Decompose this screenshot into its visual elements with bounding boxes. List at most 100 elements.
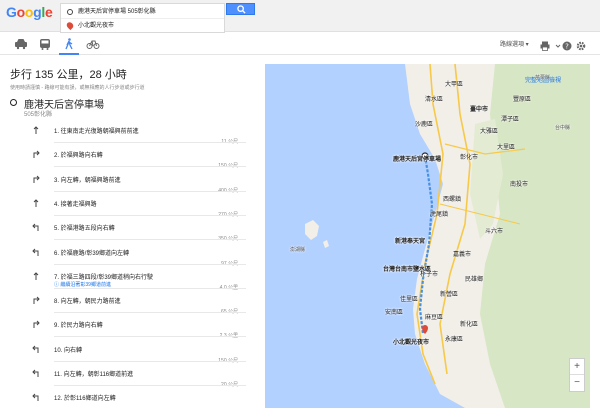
step-divider xyxy=(54,142,246,143)
direction-step[interactable]: 8. 向左轉，朝民力路前進 65 公尺 xyxy=(26,292,246,318)
bicycle-icon xyxy=(86,40,100,49)
chevron-down-icon xyxy=(555,44,561,48)
direction-step[interactable]: 9. 於民力路向右轉 2.3 公里 xyxy=(26,316,246,342)
map-place-label[interactable]: 大里區 xyxy=(497,142,515,151)
destination-text: 小北觀光夜市 xyxy=(78,23,115,29)
mode-walking[interactable] xyxy=(59,37,79,55)
mode-cycling[interactable] xyxy=(86,37,100,49)
step-text: 5. 於福港路五段向右轉 xyxy=(54,226,115,233)
step-text: 10. 向右轉 xyxy=(54,347,83,354)
step-text: 4. 接著走福興路 xyxy=(54,201,97,208)
map-place-label[interactable]: 安南區 xyxy=(385,307,403,316)
map-place-label[interactable]: 西螺鎮 xyxy=(443,194,461,203)
origin-circle-icon xyxy=(67,9,73,15)
map-place-label[interactable]: 麻豆區 xyxy=(425,312,443,321)
direction-step[interactable]: 10. 向右轉 150 公尺 xyxy=(26,341,246,367)
walking-icon xyxy=(65,38,73,50)
map-place-label[interactable]: 苗栗縣 xyxy=(535,74,550,81)
header: Google 鹿港天后宮停車場 505彰化縣 小北觀光夜市 xyxy=(0,0,600,33)
direction-step[interactable]: 4. 接著走福興路 270 公尺 xyxy=(26,195,246,221)
map-place-label[interactable]: 潭子區 xyxy=(501,114,519,123)
direction-step[interactable]: 11. 向左轉，朝彰116鄉道前進 20 公尺 xyxy=(26,365,246,391)
map-place-label[interactable]: 虎尾鎮 xyxy=(430,209,448,218)
map-place-label[interactable]: 豐原區 xyxy=(513,94,531,103)
turn-up-icon xyxy=(33,199,39,207)
step-divider xyxy=(54,312,246,314)
svg-text:?: ? xyxy=(565,43,569,51)
map-place-label[interactable]: 臺中市 xyxy=(470,104,488,113)
step-text: 11. 向左轉，朝彰116鄉道前進 xyxy=(54,372,134,378)
direction-step[interactable]: 7. 於福三路四段/彰39鄉道稍向右行駛 ⓘ 繼續沿著彰39鄉道前進 4.0 公里 xyxy=(26,268,246,294)
step-divider xyxy=(54,214,246,216)
step-divider xyxy=(54,385,246,386)
turn-left-icon xyxy=(32,223,39,232)
direction-step[interactable]: 6. 於福鹿路/彰39鄉道向左轉 97 公尺 xyxy=(26,244,246,270)
direction-step[interactable]: 3. 向左轉，朝福興路前進 400 公尺 xyxy=(26,171,246,197)
map-view[interactable]: 完整地圖檢視 臺中市 鹿港天后宮停車場 彰化市 大里區 南投市 斗六市 新港奉天宮 嘉義市 台灣… xyxy=(265,64,590,408)
settings-button[interactable] xyxy=(576,38,586,51)
map-place-label[interactable]: 鹿港天后宮停車場 xyxy=(393,154,441,163)
direction-step[interactable]: 2. 於福興路向右轉 150 公尺 xyxy=(26,146,246,172)
map-place-label[interactable]: 台中縣 xyxy=(555,124,570,131)
google-logo[interactable]: Google xyxy=(6,4,53,20)
step-text: 7. 於福三路四段/彰39鄉道稍向右行駛 xyxy=(54,274,154,281)
map-place-label[interactable]: 大雅區 xyxy=(480,126,498,135)
step-note: ⓘ 繼續沿著彰39鄉道前進 xyxy=(54,281,111,288)
route-summary: 步行 135 公里，28 小時 xyxy=(10,69,127,81)
direction-step[interactable]: 5. 於福港路五段向右轉 350 公尺 xyxy=(26,219,246,245)
direction-step[interactable]: 12. 於彰116鄉道向左轉 xyxy=(26,389,246,408)
turn-right-icon xyxy=(33,321,40,329)
penghu-island xyxy=(305,220,319,240)
map-place-label[interactable]: 斗六市 xyxy=(485,226,503,235)
step-divider xyxy=(54,360,246,362)
direction-step[interactable]: 1. 往東南走光復路朝福興前前進 11 公尺 xyxy=(26,122,246,148)
map-place-label[interactable]: 大甲區 xyxy=(445,79,463,88)
search-button[interactable] xyxy=(226,3,255,15)
maps-app: Google 鹿港天后宮停車場 505彰化縣 小北觀光夜市 路線選項 ▾ ? 步… xyxy=(0,0,600,408)
step-text: 2. 於福興路向右轉 xyxy=(54,153,103,160)
map-place-label[interactable]: 新化區 xyxy=(460,319,478,328)
help-icon: ? xyxy=(562,41,572,51)
travel-mode-bar: 路線選項 ▾ ? xyxy=(0,33,600,55)
map-place-label[interactable]: 朴子市 xyxy=(420,269,438,278)
step-text: 8. 向左轉，朝民力路前進 xyxy=(54,299,121,306)
destination-field[interactable]: 小北觀光夜市 xyxy=(61,19,224,33)
map-place-label[interactable]: 南投市 xyxy=(510,179,528,188)
map-place-label[interactable]: 清水區 xyxy=(425,94,443,103)
directions-search-box: 鹿港天后宮停車場 505彰化縣 小北觀光夜市 xyxy=(60,3,225,33)
map-place-label[interactable]: 新港奉天宮 xyxy=(395,236,425,245)
map-place-label[interactable]: 澎湖縣 xyxy=(290,246,305,253)
bus-icon xyxy=(40,39,50,50)
map-place-label[interactable]: 新營區 xyxy=(440,289,458,298)
mode-driving[interactable] xyxy=(14,37,28,50)
small-island xyxy=(323,240,329,248)
walking-warning: 使用時請謹慎 - 路線可能有誤，或無相應的人行步道或步行道 xyxy=(10,85,145,91)
gear-icon xyxy=(576,41,586,51)
map-place-label[interactable]: 永康區 xyxy=(445,334,463,343)
map-place-label[interactable]: 彰化市 xyxy=(460,152,478,161)
map-place-label[interactable]: 佳里區 xyxy=(400,294,418,303)
start-circle-icon xyxy=(10,99,17,106)
mode-transit[interactable] xyxy=(38,37,52,50)
zoom-out-button[interactable]: − xyxy=(570,375,584,391)
map-place-label[interactable]: 民雄鄉 xyxy=(465,274,483,283)
step-text: 12. 於彰116鄉道向左轉 xyxy=(54,396,116,403)
turn-left-icon xyxy=(32,393,39,402)
start-address: 505彰化縣 xyxy=(24,112,53,118)
origin-text: 鹿港天后宮停車場 505彰化縣 xyxy=(78,9,156,15)
turn-left-icon xyxy=(32,369,39,377)
search-icon xyxy=(237,5,246,14)
route-options-button[interactable]: 路線選項 ▾ xyxy=(500,39,529,48)
turn-left-icon xyxy=(32,345,39,353)
map-place-label[interactable]: 小北觀光夜市 xyxy=(393,337,429,346)
turn-right-icon xyxy=(33,296,40,305)
step-text: 1. 往東南走光復路朝福興前前進 xyxy=(54,129,139,135)
origin-field[interactable]: 鹿港天后宮停車場 505彰化縣 xyxy=(61,5,224,19)
zoom-in-button[interactable]: + xyxy=(570,359,584,375)
map-place-label[interactable]: 嘉義市 xyxy=(453,249,471,258)
help-button[interactable]: ? xyxy=(562,38,572,51)
car-icon xyxy=(15,39,27,50)
step-divider xyxy=(54,190,246,192)
map-place-label[interactable]: 沙鹿區 xyxy=(415,119,433,128)
print-button[interactable] xyxy=(540,38,550,51)
